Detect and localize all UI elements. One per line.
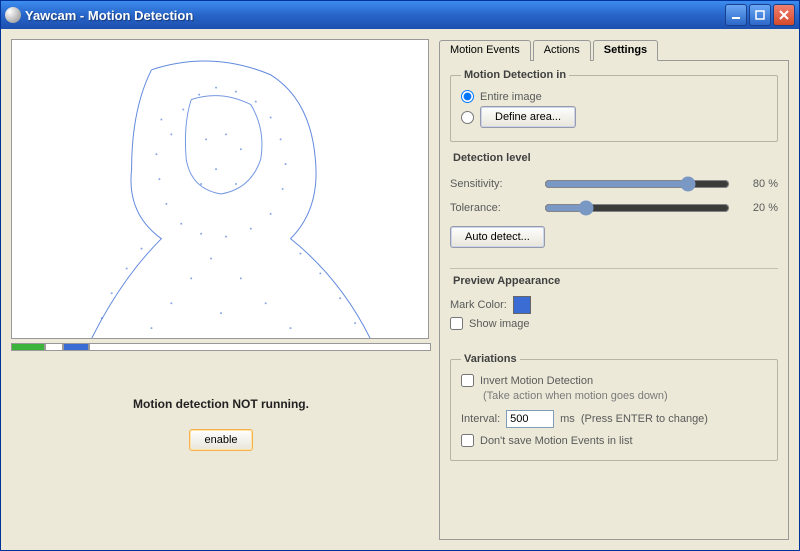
- minimize-icon: [731, 10, 741, 20]
- nosave-checkbox[interactable]: [461, 434, 474, 447]
- app-window: Yawcam - Motion Detection: [0, 0, 800, 551]
- variations-group: Variations Invert Motion Detection (Take…: [450, 353, 778, 461]
- sensitivity-slider[interactable]: [544, 174, 730, 194]
- tab-actions[interactable]: Actions: [533, 40, 591, 61]
- minimize-button[interactable]: [725, 4, 747, 26]
- show-image-checkbox[interactable]: [450, 317, 463, 330]
- window-buttons: [725, 4, 795, 26]
- motion-preview: [11, 39, 429, 339]
- right-pane: Motion Events Actions Settings Motion De…: [439, 39, 789, 540]
- left-pane: Motion detection NOT running. enable: [11, 39, 431, 540]
- preview-legend: Preview Appearance: [450, 275, 563, 287]
- progress-segment-gap: [45, 343, 63, 351]
- auto-detect-button[interactable]: Auto detect...: [450, 226, 545, 248]
- tolerance-value: 20 %: [738, 202, 778, 214]
- progress-segment-green: [11, 343, 45, 351]
- interval-hint: (Press ENTER to change): [581, 413, 708, 425]
- progress-segment-blue: [63, 343, 89, 351]
- show-image-label: Show image: [469, 318, 530, 330]
- define-area-button[interactable]: Define area...: [480, 106, 576, 128]
- settings-panel: Motion Detection in Entire image Define …: [439, 60, 789, 540]
- invert-sub: (Take action when motion goes down): [483, 390, 767, 402]
- window-title: Yawcam - Motion Detection: [25, 8, 725, 23]
- content-area: Motion detection NOT running. enable Mot…: [1, 29, 799, 550]
- progress-segment-track: [89, 343, 431, 351]
- nosave-label: Don't save Motion Events in list: [480, 435, 633, 447]
- maximize-button[interactable]: [749, 4, 771, 26]
- detection-level-legend: Detection level: [450, 152, 534, 164]
- tabs: Motion Events Actions Settings: [439, 39, 789, 60]
- close-button[interactable]: [773, 4, 795, 26]
- motion-preview-svg: [12, 40, 428, 338]
- status-text: Motion detection NOT running.: [11, 397, 431, 411]
- detection-level-group: Detection level Sensitivity: 80 % Tolera…: [450, 152, 778, 258]
- interval-unit: ms: [560, 413, 575, 425]
- mark-color-swatch[interactable]: [513, 296, 531, 314]
- tolerance-label: Tolerance:: [450, 202, 536, 214]
- mark-color-label: Mark Color:: [450, 299, 507, 311]
- motion-in-legend: Motion Detection in: [461, 69, 569, 81]
- invert-label: Invert Motion Detection: [480, 375, 593, 387]
- preview-appearance-group: Preview Appearance Mark Color: Show imag…: [450, 275, 778, 343]
- interval-input[interactable]: [506, 410, 554, 428]
- app-icon: [5, 7, 21, 23]
- tab-settings[interactable]: Settings: [593, 40, 658, 61]
- variations-legend: Variations: [461, 353, 520, 365]
- tab-motion-events[interactable]: Motion Events: [439, 40, 531, 61]
- close-icon: [779, 10, 789, 20]
- invert-checkbox[interactable]: [461, 374, 474, 387]
- entire-image-label: Entire image: [480, 91, 542, 103]
- motion-detection-in-group: Motion Detection in Entire image Define …: [450, 69, 778, 142]
- interval-label: Interval:: [461, 413, 500, 425]
- sensitivity-value: 80 %: [738, 178, 778, 190]
- sensitivity-label: Sensitivity:: [450, 178, 536, 190]
- titlebar[interactable]: Yawcam - Motion Detection: [1, 1, 799, 29]
- maximize-icon: [755, 10, 765, 20]
- tolerance-slider[interactable]: [544, 198, 730, 218]
- progress-bar: [11, 343, 431, 351]
- separator: [450, 268, 778, 269]
- enable-button[interactable]: enable: [189, 429, 252, 451]
- entire-image-radio[interactable]: [461, 90, 474, 103]
- define-area-radio[interactable]: [461, 111, 474, 124]
